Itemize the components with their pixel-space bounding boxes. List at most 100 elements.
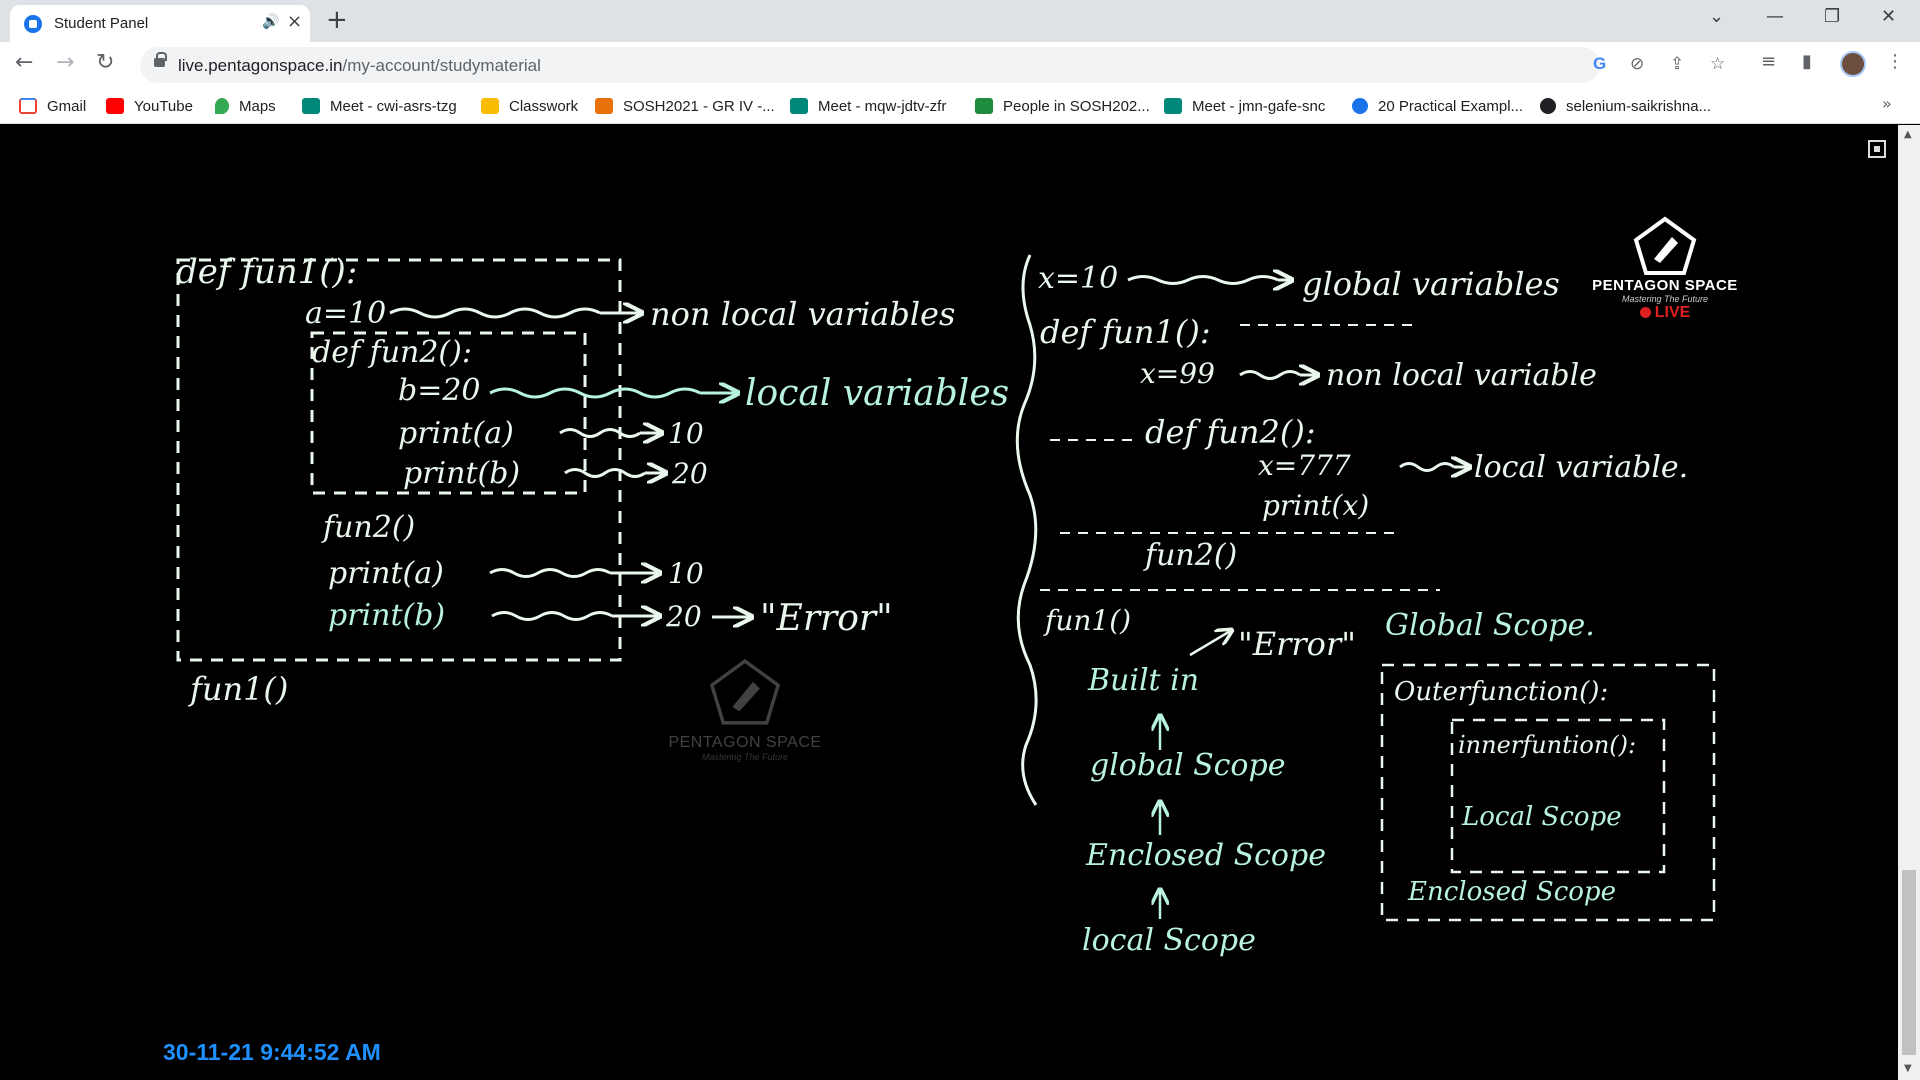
bookmark-item[interactable]: 20 Practical Exampl... [1352,96,1523,116]
annotation: non local variable [1326,358,1597,393]
gmail-icon [19,98,37,114]
function-label: Outerfunction(): [1394,677,1608,707]
scroll-down-icon[interactable]: ▼ [1904,1063,1912,1074]
arrow-line [1189,630,1232,657]
back-button[interactable]: ← [15,50,33,75]
bookmark-item[interactable]: Gmail [19,96,86,116]
classroom-icon [481,98,499,114]
video-viewport[interactable]: def fun1(): a=10 non local variables def… [0,125,1920,1080]
bookmark-label: Maps [239,97,276,115]
menu-kebab-icon[interactable]: ⋮ [1886,51,1904,72]
code-line: print(b) [328,598,445,633]
output-value: 10 [668,557,704,590]
annotation: non local variables [650,295,955,333]
code-line: a=10 [305,296,386,331]
live-badge: LIVE [1585,304,1745,322]
bookmark-item[interactable]: SOSH2021 - GR IV -... [595,96,775,116]
site-favicon-icon [24,15,42,33]
youtube-icon [106,98,124,114]
bookmark-label: Gmail [47,97,87,115]
meet-icon [302,98,320,114]
url-text[interactable]: live.pentagonspace.in/my-account/studyma… [178,56,541,76]
divider-brace [1015,254,1038,806]
code-line: print(a) [398,416,514,451]
arrow-line [1127,275,1279,285]
code-line: b=20 [398,373,481,408]
scope-label: global Scope [1090,748,1285,783]
meet-icon [790,98,808,114]
bookmark-label: selenium-saikrishna... [1566,97,1712,115]
bookmark-item[interactable]: Meet - jmn-gafe-snc [1164,96,1325,116]
pentagon-space-logo: PENTAGON SPACE Mastering The Future LIVE [1585,215,1745,322]
side-panel-icon[interactable]: ▮ [1802,51,1812,72]
maps-icon [215,98,229,114]
address-bar[interactable]: live.pentagonspace.in/my-account/studyma… [140,47,1725,83]
share-icon[interactable]: ⇪ [1670,54,1684,74]
scroll-up-icon[interactable]: ▲ [1904,129,1912,140]
scope-label: Built in [1087,663,1199,698]
tab-strip: Student Panel 🔊 × + ⌄ — ❐ ✕ [0,0,1920,42]
google-translate-icon[interactable]: G [1593,54,1606,74]
bookmark-item[interactable]: People in SOSH202... [975,96,1150,116]
error-label: "Error" [760,598,893,639]
bookmark-item[interactable]: Meet - mqw-jdtv-zfr [790,96,946,116]
bookmark-star-icon[interactable]: ☆ [1710,54,1725,74]
bookmarks-overflow-icon[interactable]: » [1882,94,1892,113]
url-path: /my-account/studymaterial [342,56,541,75]
bookmark-label: 20 Practical Exampl... [1378,97,1524,115]
eye-off-icon[interactable]: ⊘ [1630,54,1644,74]
code-line: print(x) [1262,489,1369,522]
lock-icon[interactable] [154,52,167,67]
bookmark-item[interactable]: Classwork [481,96,578,116]
code-line: print(b) [403,456,520,491]
reload-button[interactable]: ↻ [96,50,114,75]
bookmark-item[interactable]: Maps [215,96,276,116]
speaker-icon[interactable]: 🔊 [262,14,279,30]
scope-label: local Scope [1082,923,1256,958]
tab-student-panel[interactable]: Student Panel 🔊 × [10,5,310,42]
code-line: fun2() [321,510,415,545]
arrow-line [559,428,641,438]
minimize-button[interactable]: — [1766,6,1784,27]
url-host: live.pentagonspace.in [178,56,343,75]
forward-button[interactable]: → [56,50,74,75]
tab-search-icon[interactable]: ⌄ [1709,6,1724,27]
media-control-icon[interactable]: ≡ [1761,51,1776,72]
bookmark-label: People in SOSH202... [1003,97,1150,115]
bookmark-label: Meet - mqw-jdtv-zfr [818,97,947,115]
arrow-line [489,568,611,578]
arrow-line [564,468,646,478]
bookmark-item[interactable]: Meet - cwi-asrs-tzg [302,96,457,116]
bookmarks-bar: Gmail YouTube Maps Meet - cwi-asrs-tzg C… [0,88,1920,124]
error-label: "Error" [1238,625,1356,663]
browser-toolbar: ← → ↻ live.pentagonspace.in/my-account/s… [0,42,1920,88]
tab-title: Student Panel [54,15,149,32]
new-tab-button[interactable]: + [326,5,348,35]
profile-avatar[interactable] [1840,51,1866,77]
tab-close-icon[interactable]: × [287,11,302,32]
arrow-line [1239,370,1301,380]
output-value: 10 [668,417,704,450]
watermark-text: PENTAGON SPACE [668,734,822,751]
code-line: def fun1(): [1040,313,1211,351]
logo-tagline: Mastering The Future [1621,294,1709,304]
scope-label: Enclosed Scope [1407,877,1616,907]
annotation: global variables [1302,265,1560,303]
code-line: def fun2(): [312,335,472,370]
annotation: local variable. [1474,450,1688,485]
bookmark-item[interactable]: selenium-saikrishna... [1540,96,1711,116]
restore-button[interactable]: ❐ [1824,6,1840,27]
scrollbar-thumb[interactable] [1902,870,1916,1055]
close-window-button[interactable]: ✕ [1881,6,1896,27]
page-scrollbar[interactable]: ▲ ▼ [1898,125,1920,1080]
github-icon [1540,98,1556,114]
pentagon-watermark-icon [709,659,781,725]
live-label: LIVE [1654,304,1691,321]
bookmark-label: Meet - jmn-gafe-snc [1192,97,1326,115]
bookmark-item[interactable]: YouTube [106,96,193,116]
fullscreen-icon[interactable] [1868,140,1886,158]
right-diagram: x=10 global variables def fun1(): x=99 n… [1038,261,1716,958]
code-line: def fun1(): [176,252,357,292]
code-line: x=99 [1140,357,1215,390]
arrow-line [389,307,601,319]
